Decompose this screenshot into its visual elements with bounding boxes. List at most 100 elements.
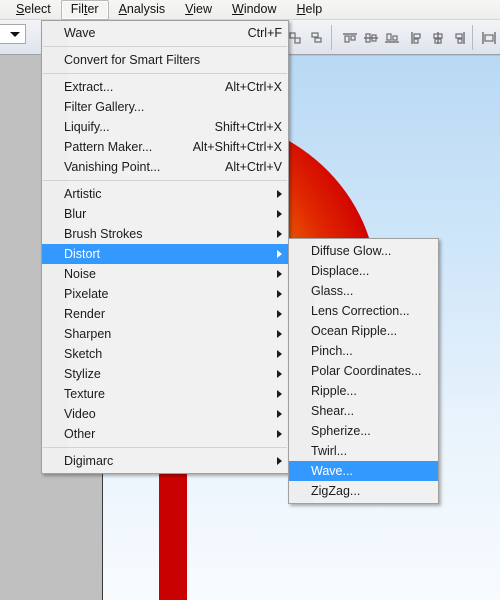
menu-item-accel: Shift+Ctrl+X (214, 120, 282, 134)
menu-item-blur[interactable]: Blur (42, 204, 288, 224)
menu-item-sketch[interactable]: Sketch (42, 344, 288, 364)
menu-separator (43, 447, 287, 448)
submenu-arrow-icon (277, 410, 282, 418)
menu-item-label: Artistic (64, 187, 102, 201)
submenu-arrow-icon (277, 430, 282, 438)
menu-item-label: Brush Strokes (64, 227, 143, 241)
menu-item-wave[interactable]: Wave Ctrl+F (42, 23, 288, 43)
menu-item-accel: Alt+Ctrl+V (225, 160, 282, 174)
menu-item-label: Displace... (311, 264, 370, 278)
menu-item-other[interactable]: Other (42, 424, 288, 444)
submenu-arrow-icon (277, 457, 282, 465)
submenu-arrow-icon (277, 230, 282, 238)
menu-item-label: Pinch... (311, 344, 353, 358)
menu-item-accel: Alt+Shift+Ctrl+X (192, 140, 282, 154)
menu-item-label: Twirl... (311, 444, 348, 458)
align-horizontal-centers-icon[interactable] (428, 28, 448, 48)
menu-item-distort[interactable]: Distort (42, 244, 288, 264)
tool-preset-dropdown[interactable] (0, 24, 26, 44)
submenu-item-twirl[interactable]: Twirl... (289, 441, 438, 461)
align-link-icon[interactable] (286, 28, 306, 48)
submenu-item-diffuse-glow[interactable]: Diffuse Glow... (289, 241, 438, 261)
menubar-item-filter[interactable]: Filter (60, 0, 109, 20)
align-left-edges-icon[interactable] (407, 28, 427, 48)
submenu-item-pinch[interactable]: Pinch... (289, 341, 438, 361)
menu-item-render[interactable]: Render (42, 304, 288, 324)
align-vertical-centers-icon[interactable] (361, 28, 381, 48)
menu-item-label: Texture (64, 387, 105, 401)
menu-item-filter-gallery[interactable]: Filter Gallery... (42, 97, 288, 117)
menu-item-label: Stylize (64, 367, 101, 381)
menu-item-label: Other (64, 427, 96, 441)
menu-item-label: Render (64, 307, 105, 321)
distort-submenu-panel[interactable]: Diffuse Glow... Displace... Glass... Len… (288, 238, 439, 504)
menu-item-label: Pattern Maker... (64, 140, 153, 154)
align-top-edges-icon[interactable] (340, 28, 360, 48)
menu-separator (43, 73, 287, 74)
submenu-item-displace[interactable]: Displace... (289, 261, 438, 281)
menubar-item-view[interactable]: View (175, 0, 222, 20)
menu-item-label: Glass... (311, 284, 354, 298)
submenu-item-shear[interactable]: Shear... (289, 401, 438, 421)
align-bottom-edges-icon[interactable] (382, 28, 402, 48)
menu-item-convert-for-smart-filters[interactable]: Convert for Smart Filters (42, 50, 288, 70)
submenu-item-lens-correction[interactable]: Lens Correction... (289, 301, 438, 321)
menu-item-label: Noise (64, 267, 96, 281)
menu-item-label: Extract... (64, 80, 114, 94)
menubar-item-analysis[interactable]: Analysis (109, 0, 176, 20)
menu-item-label: Blur (64, 207, 87, 221)
application-window: Select Filter Analysis View Window Help (0, 0, 500, 600)
menu-item-video[interactable]: Video (42, 404, 288, 424)
menu-item-label: ZigZag... (311, 484, 361, 498)
submenu-item-glass[interactable]: Glass... (289, 281, 438, 301)
menu-item-accel: Alt+Ctrl+X (225, 80, 282, 94)
submenu-item-spherize[interactable]: Spherize... (289, 421, 438, 441)
submenu-arrow-icon (277, 210, 282, 218)
menu-item-label: Video (64, 407, 96, 421)
menu-item-stylize[interactable]: Stylize (42, 364, 288, 384)
filter-menu-panel[interactable]: Wave Ctrl+F Convert for Smart Filters Ex… (41, 20, 289, 474)
menubar-label-select: elect (24, 1, 51, 16)
options-separator (331, 25, 332, 50)
menu-item-accel: Ctrl+F (247, 26, 282, 40)
submenu-arrow-icon (277, 390, 282, 398)
submenu-arrow-icon (277, 370, 282, 378)
menu-item-liquify[interactable]: Liquify... Shift+Ctrl+X (42, 117, 288, 137)
menu-item-extract[interactable]: Extract... Alt+Ctrl+X (42, 77, 288, 97)
menu-item-label: Filter Gallery... (64, 100, 145, 114)
submenu-arrow-icon (277, 310, 282, 318)
menu-item-texture[interactable]: Texture (42, 384, 288, 404)
menu-item-label: Ripple... (311, 384, 357, 398)
menubar-item-window[interactable]: Window (222, 0, 286, 20)
menubar-item-help[interactable]: Help (287, 0, 333, 20)
menu-item-noise[interactable]: Noise (42, 264, 288, 284)
submenu-arrow-icon (277, 250, 282, 258)
submenu-item-ocean-ripple[interactable]: Ocean Ripple... (289, 321, 438, 341)
menu-item-pattern-maker[interactable]: Pattern Maker... Alt+Shift+Ctrl+X (42, 137, 288, 157)
submenu-arrow-icon (277, 350, 282, 358)
submenu-item-zigzag[interactable]: ZigZag... (289, 481, 438, 501)
menu-item-label: Distort (64, 247, 101, 261)
menu-item-artistic[interactable]: Artistic (42, 184, 288, 204)
menu-item-label: Ocean Ripple... (311, 324, 398, 338)
distribute-icon[interactable] (479, 28, 499, 48)
menu-item-label: Wave... (311, 464, 353, 478)
menu-item-digimarc[interactable]: Digimarc (42, 451, 288, 471)
align-right-edges-icon[interactable] (449, 28, 469, 48)
menu-item-pixelate[interactable]: Pixelate (42, 284, 288, 304)
menu-item-label: Diffuse Glow... (311, 244, 392, 258)
menubar-item-select[interactable]: Select (6, 0, 61, 20)
submenu-item-polar-coordinates[interactable]: Polar Coordinates... (289, 361, 438, 381)
menu-item-label: Lens Correction... (311, 304, 410, 318)
menu-item-label: Wave (64, 26, 96, 40)
menu-item-sharpen[interactable]: Sharpen (42, 324, 288, 344)
menu-item-brush-strokes[interactable]: Brush Strokes (42, 224, 288, 244)
menu-item-label: Liquify... (64, 120, 110, 134)
align-layers-icon[interactable] (307, 28, 327, 48)
menu-item-label: Polar Coordinates... (311, 364, 422, 378)
submenu-item-ripple[interactable]: Ripple... (289, 381, 438, 401)
menu-item-vanishing-point[interactable]: Vanishing Point... Alt+Ctrl+V (42, 157, 288, 177)
menu-item-label: Sharpen (64, 327, 112, 341)
menu-bar: Select Filter Analysis View Window Help (0, 0, 500, 20)
submenu-item-wave[interactable]: Wave... (289, 461, 438, 481)
